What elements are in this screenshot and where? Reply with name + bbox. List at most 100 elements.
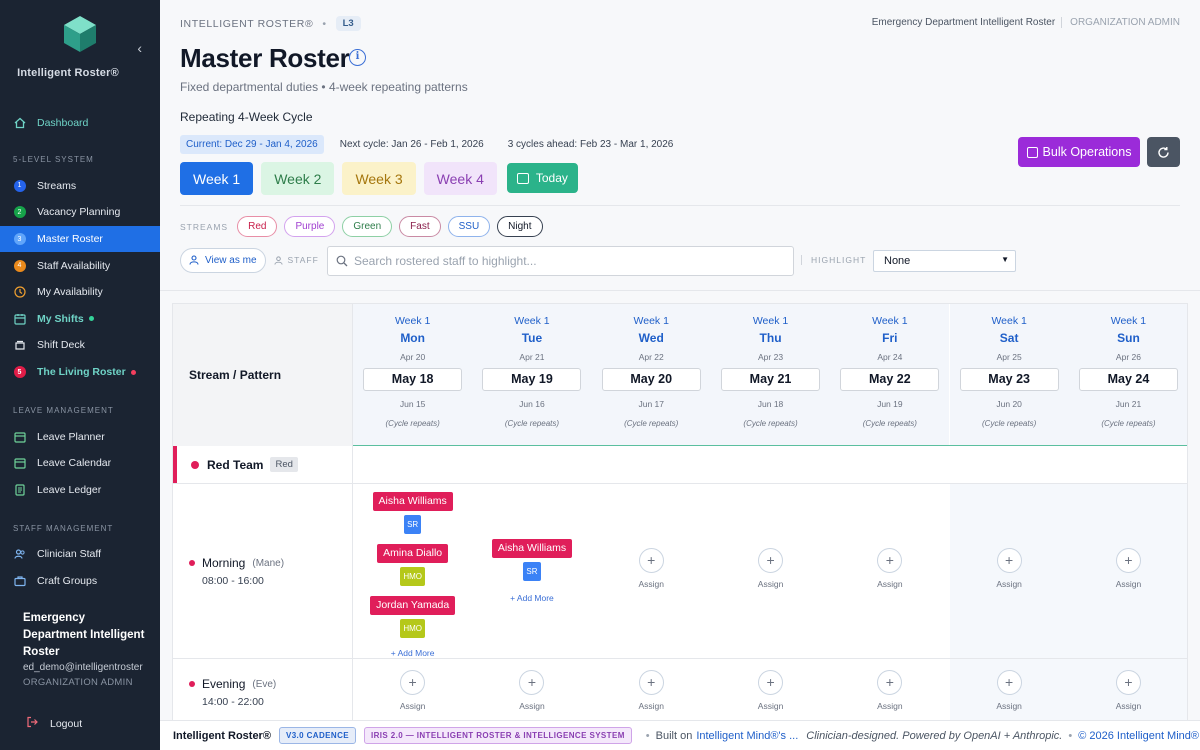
day-name: Tue bbox=[521, 331, 543, 345]
assign-button[interactable]: + bbox=[638, 548, 664, 573]
sidebar-item-leave-planner[interactable]: Leave Planner bbox=[0, 423, 160, 450]
grade-badge: HMO bbox=[400, 619, 425, 638]
shift-time: 08:00 - 16:00 bbox=[202, 575, 264, 587]
cycle-info: Current: Dec 29 - Jan 4, 2026 Next cycle… bbox=[180, 135, 697, 154]
collapse-sidebar-icon[interactable]: ‹ bbox=[137, 40, 142, 56]
assign-button[interactable]: + bbox=[877, 670, 903, 695]
tab-week-3[interactable]: Week 3 bbox=[342, 162, 416, 195]
highlight-select[interactable]: None ▼ bbox=[873, 250, 1016, 272]
day-header-fri: Week 1 Fri Apr 24 May 22 Jun 19 (Cycle repeat… bbox=[830, 304, 950, 446]
search-icon bbox=[336, 255, 348, 267]
assign-button[interactable]: + bbox=[758, 548, 784, 573]
refresh-button[interactable] bbox=[1147, 137, 1180, 167]
staff-label: STAFF bbox=[273, 255, 319, 265]
sidebar-item-staff-availability[interactable]: 4 Staff Availability bbox=[0, 252, 160, 279]
roster-cell-fri: + Assign bbox=[830, 484, 949, 658]
sidebar-item-dashboard[interactable]: Dashboard bbox=[0, 110, 160, 137]
clock-icon bbox=[13, 286, 26, 299]
day-next-date: Jun 17 bbox=[638, 399, 664, 409]
cycle-repeats-note: (Cycle repeats) bbox=[743, 419, 798, 428]
logout-button[interactable]: Logout bbox=[26, 716, 82, 731]
stream-pill-night[interactable]: Night bbox=[497, 216, 543, 237]
stream-pill-fast[interactable]: Fast bbox=[399, 216, 441, 237]
sidebar-item-label: My Availability bbox=[37, 286, 103, 299]
assign-button[interactable]: + bbox=[877, 548, 903, 573]
sidebar-item-label: Dashboard bbox=[37, 117, 89, 130]
stream-filter: STREAMS Red Purple Green Fast SSU Night bbox=[180, 216, 550, 237]
stream-pill-ssu[interactable]: SSU bbox=[447, 216, 491, 237]
day-prev-date: Apr 23 bbox=[758, 352, 784, 362]
highlight-value: None bbox=[884, 255, 911, 267]
built-on-link[interactable]: Intelligent Mind®'s ... bbox=[696, 730, 798, 742]
stream-pill-red[interactable]: Red bbox=[237, 216, 278, 237]
day-current-date: May 24 bbox=[1078, 368, 1178, 391]
sidebar-item-master-roster[interactable]: 3 Master Roster bbox=[0, 225, 160, 253]
assign-button[interactable]: + bbox=[1115, 670, 1141, 695]
assign-button[interactable]: + bbox=[758, 670, 784, 695]
iris-badge: IRIS 2.0 — INTELLIGENT ROSTER & INTELLIG… bbox=[364, 727, 632, 744]
cycle-repeats-note: (Cycle repeats) bbox=[504, 419, 560, 428]
sidebar-item-leave-ledger[interactable]: Leave Ledger bbox=[0, 477, 160, 504]
calendar-icon bbox=[516, 172, 529, 184]
sidebar-item-craft-groups[interactable]: Craft Groups bbox=[0, 568, 160, 595]
staff-chip[interactable]: Jordan Yamada bbox=[370, 596, 456, 615]
today-button[interactable]: Today bbox=[506, 163, 578, 193]
sidebar-item-label: Leave Planner bbox=[37, 430, 105, 443]
assign-label: Assign bbox=[757, 579, 784, 589]
staff-search[interactable] bbox=[327, 246, 794, 276]
org-info: Emergency Department Intelligent Roster … bbox=[872, 17, 1180, 28]
grid-corner: Stream / Pattern bbox=[173, 304, 353, 446]
page-subtitle: Fixed departmental duties • 4-week repea… bbox=[180, 80, 468, 94]
bulk-operations-button[interactable]: Bulk Operations bbox=[1018, 137, 1140, 167]
sidebar-item-streams[interactable]: 1 Streams bbox=[0, 173, 160, 200]
sidebar-item-leave-calendar[interactable]: Leave Calendar bbox=[0, 450, 160, 477]
level-badge: L3 bbox=[335, 16, 361, 31]
sidebar-item-vacancy-planning[interactable]: 2 Vacancy Planning bbox=[0, 199, 160, 226]
assign-button[interactable]: + bbox=[1115, 548, 1141, 573]
view-as-me-button[interactable]: View as me bbox=[180, 247, 266, 273]
calendar-check-icon bbox=[13, 312, 26, 325]
tab-week-4[interactable]: Week 4 bbox=[423, 162, 497, 195]
info-icon[interactable]: i bbox=[349, 49, 366, 66]
cycles-ahead-text: 3 cycles ahead: Feb 23 - Mar 1, 2026 bbox=[507, 139, 674, 150]
level-4-badge: 4 bbox=[13, 259, 26, 272]
roster-cell-thu: + Assign bbox=[711, 484, 830, 658]
assign-button[interactable]: + bbox=[996, 670, 1022, 695]
assign-button[interactable]: + bbox=[638, 670, 664, 695]
sidebar-item-label: The Living Roster bbox=[37, 366, 126, 379]
bulk-label: Bulk Operations bbox=[1042, 145, 1132, 159]
roster-cell-thu: + Assign bbox=[711, 659, 830, 723]
breadcrumb-app[interactable]: INTELLIGENT ROSTER® bbox=[180, 18, 313, 30]
staff-chip[interactable]: Aisha Williams bbox=[491, 539, 573, 558]
assign-label: Assign bbox=[519, 701, 545, 711]
roster-cell-sat: + Assign bbox=[949, 659, 1069, 723]
search-input[interactable] bbox=[354, 254, 774, 268]
sidebar-item-living-roster[interactable]: 5 The Living Roster bbox=[0, 359, 160, 386]
tab-week-2[interactable]: Week 2 bbox=[261, 162, 335, 195]
grade-badge: SR bbox=[523, 562, 541, 581]
sidebar-item-shift-deck[interactable]: Shift Deck bbox=[0, 332, 160, 359]
assign-button[interactable]: + bbox=[996, 548, 1022, 573]
tab-week-1[interactable]: Week 1 bbox=[180, 162, 254, 195]
user-email: ed_demo@intelligentroster bbox=[23, 662, 143, 673]
staff-chip[interactable]: Amina Diallo bbox=[377, 544, 449, 563]
staff-chip[interactable]: Aisha Williams bbox=[372, 492, 453, 511]
day-next-date: Jun 15 bbox=[399, 399, 426, 409]
team-label[interactable]: Red Team Red bbox=[173, 446, 353, 483]
stream-pill-purple[interactable]: Purple bbox=[284, 216, 336, 237]
add-more-link[interactable]: + Add More bbox=[472, 593, 591, 603]
roster-cell-wed: + Assign bbox=[592, 484, 711, 658]
day-current-date: May 22 bbox=[840, 368, 940, 391]
assign-button[interactable]: + bbox=[400, 670, 426, 695]
stream-pill-green[interactable]: Green bbox=[342, 216, 393, 237]
grade-badge: HMO bbox=[400, 567, 425, 586]
day-week-label: Week 1 bbox=[394, 315, 431, 327]
add-more-link[interactable]: + Add More bbox=[353, 648, 472, 658]
assign-label: Assign bbox=[1115, 579, 1142, 589]
users-icon bbox=[13, 548, 26, 561]
day-header-sun: Week 1 Sun Apr 26 May 24 Jun 21 (Cycle repeat… bbox=[1068, 304, 1187, 446]
assign-button[interactable]: + bbox=[519, 670, 545, 695]
sidebar-item-clinician-staff[interactable]: Clinician Staff bbox=[0, 541, 160, 568]
sidebar-item-my-shifts[interactable]: My Shifts bbox=[0, 306, 160, 333]
sidebar-item-my-availability[interactable]: My Availability bbox=[0, 279, 160, 306]
